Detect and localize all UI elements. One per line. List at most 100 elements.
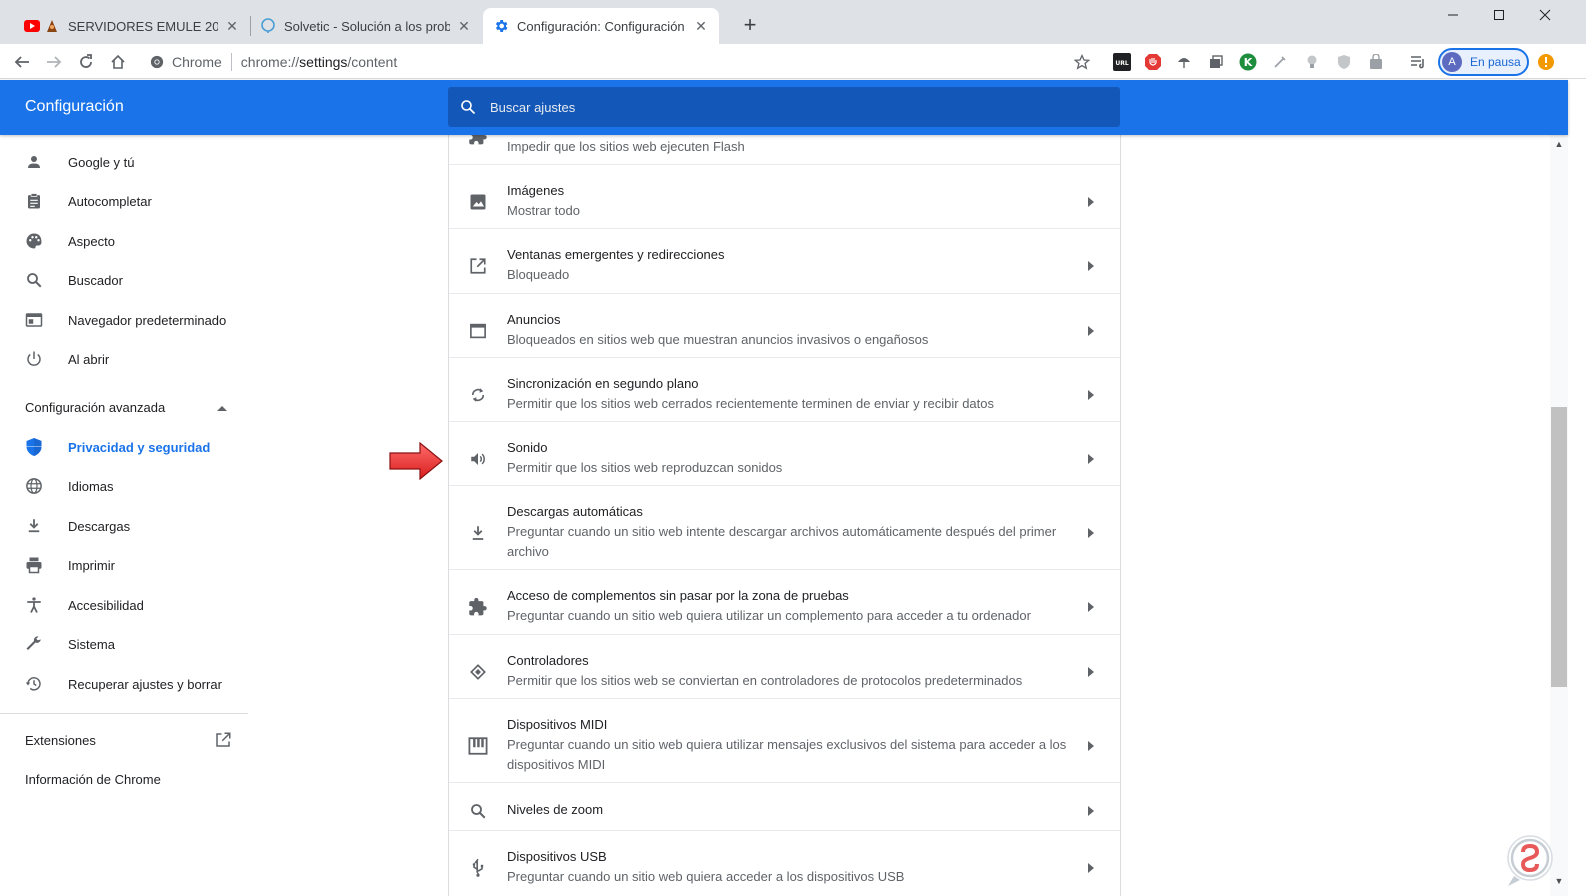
forward-button[interactable] <box>40 48 68 76</box>
setting-row-ads[interactable]: Anuncios Bloqueados en sitios web que mu… <box>449 294 1120 358</box>
chevron-right-icon <box>1086 602 1096 612</box>
sidebar-item-downloads[interactable]: Descargas <box>0 508 248 544</box>
svg-text:K: K <box>1244 56 1253 69</box>
zoom-icon <box>467 800 489 822</box>
bulb-extension-icon[interactable] <box>1302 52 1322 72</box>
bag-extension-icon[interactable] <box>1366 52 1386 72</box>
close-icon[interactable]: ✕ <box>224 18 240 34</box>
tab-servidores-emule[interactable]: SERVIDORES EMULE 2020: Lis ✕ <box>14 8 250 44</box>
setting-row-automatic-downloads[interactable]: Descargas automáticas Preguntar cuando u… <box>449 486 1120 570</box>
site-settings-card: Impedir que los sitios web ejecuten Flas… <box>448 135 1121 896</box>
chevron-right-icon <box>1086 806 1096 816</box>
sidebar-item-about-chrome[interactable]: Información de Chrome <box>25 772 161 787</box>
sidebar-item-privacy[interactable]: Privacidad y seguridad <box>0 429 248 465</box>
settings-search[interactable] <box>448 87 1120 127</box>
minimize-button[interactable] <box>1430 0 1476 30</box>
setting-row-background-sync[interactable]: Sincronización en segundo plano Permitir… <box>449 358 1120 422</box>
sidebar-item-autofill[interactable]: Autocompletar <box>0 183 248 219</box>
home-button[interactable] <box>104 48 132 76</box>
sidebar-item-print[interactable]: Imprimir <box>0 547 248 583</box>
sidebar-item-label: Autocompletar <box>68 193 152 209</box>
setting-row-subtitle: Preguntar cuando un sitio web quiera acc… <box>507 869 905 884</box>
sidebar-item-search-engine[interactable]: Buscador <box>0 262 248 298</box>
eyedropper-extension-icon[interactable] <box>1270 52 1290 72</box>
sidebar-item-system[interactable]: Sistema <box>0 626 248 662</box>
solvetic-watermark-logo <box>1498 832 1558 888</box>
setting-row-title: Ventanas emergentes y redirecciones <box>507 247 725 262</box>
chevron-right-icon <box>1086 454 1096 464</box>
solvetic-icon <box>260 18 276 34</box>
setting-row-usb[interactable]: Dispositivos USB Preguntar cuando un sit… <box>449 831 1120 896</box>
chevron-up-icon[interactable] <box>217 404 227 412</box>
settings-gear-icon <box>493 18 509 34</box>
media-queue-icon[interactable] <box>1408 52 1428 72</box>
sidebar-item-label: Aspecto <box>68 233 115 249</box>
advanced-settings-toggle[interactable]: Configuración avanzada <box>25 400 165 415</box>
sidebar-item-label: Navegador predeterminado <box>68 312 227 328</box>
sidebar-item-appearance[interactable]: Aspecto <box>0 223 248 259</box>
setting-row-sound[interactable]: Sonido Permitir que los sitios web repro… <box>449 422 1120 486</box>
search-input[interactable] <box>490 99 1090 115</box>
reload-button[interactable] <box>72 48 100 76</box>
close-icon[interactable]: ✕ <box>456 18 472 34</box>
tab-configuracion[interactable]: Configuración: Configuración de ✕ <box>483 8 719 44</box>
umbrella-extension-icon[interactable] <box>1174 52 1194 72</box>
setting-row-popups[interactable]: Ventanas emergentes y redirecciones Bloq… <box>449 229 1120 294</box>
setting-row-title: Sincronización en segundo plano <box>507 376 699 391</box>
setting-row-title: Controladores <box>507 653 589 668</box>
sidebar-item-accessibility[interactable]: Accesibilidad <box>0 587 248 623</box>
setting-row-subtitle: Preguntar cuando un sitio web quiera uti… <box>507 608 1031 623</box>
sidebar-item-label: Al abrir <box>68 351 110 367</box>
tabs-extension-icon[interactable] <box>1206 52 1226 72</box>
setting-row-unsandboxed-plugins[interactable]: Acceso de complementos sin pasar por la … <box>449 570 1120 635</box>
close-window-button[interactable] <box>1522 0 1568 30</box>
browser-icon <box>24 310 44 330</box>
sidebar-item-label: Recuperar ajustes y borrar <box>68 676 222 692</box>
update-alert-icon[interactable] <box>1536 52 1556 72</box>
close-icon[interactable]: ✕ <box>693 18 709 34</box>
setting-row-handlers[interactable]: Controladores Permitir que los sitios we… <box>449 635 1120 699</box>
adblock-extension-icon[interactable] <box>1143 52 1163 72</box>
open-external-icon[interactable] <box>214 731 232 749</box>
settings-header: Configuración <box>0 80 1568 135</box>
setting-row-flash[interactable]: Impedir que los sitios web ejecuten Flas… <box>449 135 1120 165</box>
setting-row-title: Sonido <box>507 440 548 455</box>
puzzle-icon <box>467 135 489 147</box>
tab-solvetic[interactable]: Solvetic - Solución a los problem ✕ <box>250 8 482 44</box>
new-tab-button[interactable]: + <box>738 14 762 38</box>
sidebar-item-label: Sistema <box>68 636 115 652</box>
setting-row-images[interactable]: Imágenes Mostrar todo <box>449 165 1120 229</box>
sidebar-item-extensions[interactable]: Extensiones <box>25 733 96 748</box>
sidebar-item-default-browser[interactable]: Navegador predeterminado <box>0 302 248 338</box>
bookmark-star-icon[interactable] <box>1072 52 1092 72</box>
scroll-up-arrow-icon[interactable]: ▲ <box>1553 139 1565 149</box>
sidebar-item-on-startup[interactable]: Al abrir <box>0 341 248 377</box>
sidebar-item-google[interactable]: Google y tú <box>0 144 248 180</box>
k-extension-icon[interactable]: K <box>1238 52 1258 72</box>
sidebar-item-label: Privacidad y seguridad <box>68 439 211 455</box>
setting-row-subtitle: Permitir que los sitios web se convierta… <box>507 673 1023 688</box>
sidebar-item-languages[interactable]: Idiomas <box>0 468 248 504</box>
chrome-site-label: Chrome <box>172 54 222 70</box>
setting-row-midi[interactable]: Dispositivos MIDI Preguntar cuando un si… <box>449 699 1120 783</box>
omnibox[interactable]: Chrome chrome://settings/content <box>144 48 1084 76</box>
chevron-right-icon <box>1086 528 1096 538</box>
url-scheme: chrome:// <box>240 54 300 70</box>
palette-icon <box>24 231 44 251</box>
scrollbar-thumb[interactable] <box>1551 407 1567 687</box>
shield-extension-icon[interactable] <box>1334 52 1354 72</box>
maximize-button[interactable] <box>1476 0 1522 30</box>
restore-icon <box>24 674 44 694</box>
setting-row-zoom-levels[interactable]: Niveles de zoom <box>449 783 1120 831</box>
site-favicon-icon <box>44 18 60 34</box>
tab-strip: SERVIDORES EMULE 2020: Lis ✕ Solvetic - … <box>0 0 1586 44</box>
profile-button[interactable]: A En pausa <box>1438 48 1529 76</box>
url-extension-icon[interactable]: URL <box>1112 52 1132 72</box>
back-button[interactable] <box>8 48 36 76</box>
sidebar-item-label: Google y tú <box>68 154 135 170</box>
tab-title: Solvetic - Solución a los problem <box>284 18 450 34</box>
sidebar-item-reset[interactable]: Recuperar ajustes y borrar <box>0 666 248 702</box>
search-icon <box>24 270 44 290</box>
setting-row-subtitle: Preguntar cuando un sitio web intente de… <box>507 524 1057 559</box>
setting-row-title: Acceso de complementos sin pasar por la … <box>507 588 849 603</box>
